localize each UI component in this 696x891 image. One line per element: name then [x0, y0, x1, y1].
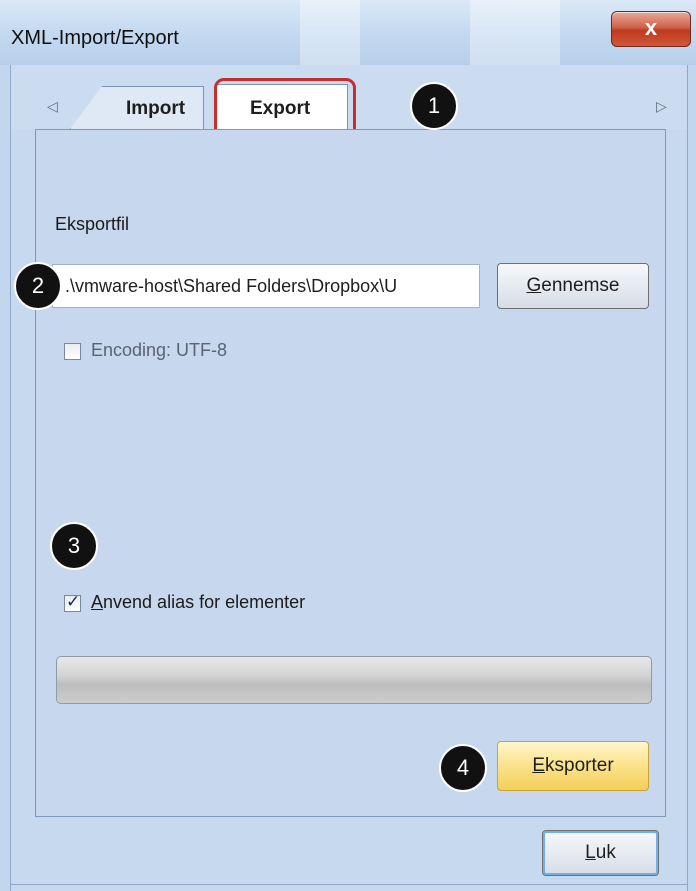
close-window-button[interactable]: x — [611, 11, 691, 47]
export-file-path-input[interactable]: .\vmware-host\Shared Folders\Dropbox\U — [52, 264, 480, 308]
glass-streak — [300, 0, 360, 65]
close-button[interactable]: Luk — [542, 830, 659, 876]
alias-checkbox-label: Anvend alias for elementer — [91, 592, 305, 613]
window-bottom-border — [11, 884, 687, 885]
alias-checkbox[interactable] — [64, 592, 81, 612]
export-progress-bar — [56, 656, 652, 704]
encoding-checkbox-label: Encoding: UTF-8 — [91, 340, 228, 360]
tab-scroll-right-icon[interactable]: ▷ — [656, 98, 667, 115]
close-icon: x — [644, 15, 658, 40]
export-tab-page — [35, 129, 666, 817]
browse-button-accesskey: G — [526, 275, 542, 296]
annotation-badge-4: 4 — [439, 744, 487, 792]
tab-import-label: Import — [126, 98, 186, 119]
close-button-accesskey: L — [585, 842, 596, 863]
annotation-badge-2: 2 — [14, 262, 62, 310]
browse-button[interactable]: Gennemse — [497, 263, 649, 309]
export-file-label: Eksportfil — [55, 214, 130, 234]
window-title: XML-Import/Export — [11, 27, 179, 49]
title-bar[interactable]: XML-Import/Export x — [0, 0, 696, 65]
export-button-label: ksporter — [545, 755, 614, 776]
alias-accesskey: A — [91, 592, 104, 612]
window-frame-right — [687, 65, 696, 891]
export-button[interactable]: Eksporter — [497, 741, 649, 791]
annotation-badge-1: 1 — [410, 82, 458, 130]
browse-button-label: ennemse — [541, 275, 620, 296]
xml-import-export-dialog: XML-Import/Export x ◁ ▷ Import Export Ek… — [0, 0, 696, 891]
window-frame-left — [0, 65, 11, 891]
glass-streak — [470, 0, 560, 65]
annotation-badge-3: 3 — [50, 522, 98, 570]
close-button-label: uk — [595, 842, 616, 863]
tab-scroll-left-icon[interactable]: ◁ — [47, 98, 58, 115]
export-button-accesskey: E — [532, 755, 546, 776]
encoding-checkbox[interactable] — [64, 343, 81, 360]
alias-label-text: nvend alias for elementer — [103, 592, 306, 612]
